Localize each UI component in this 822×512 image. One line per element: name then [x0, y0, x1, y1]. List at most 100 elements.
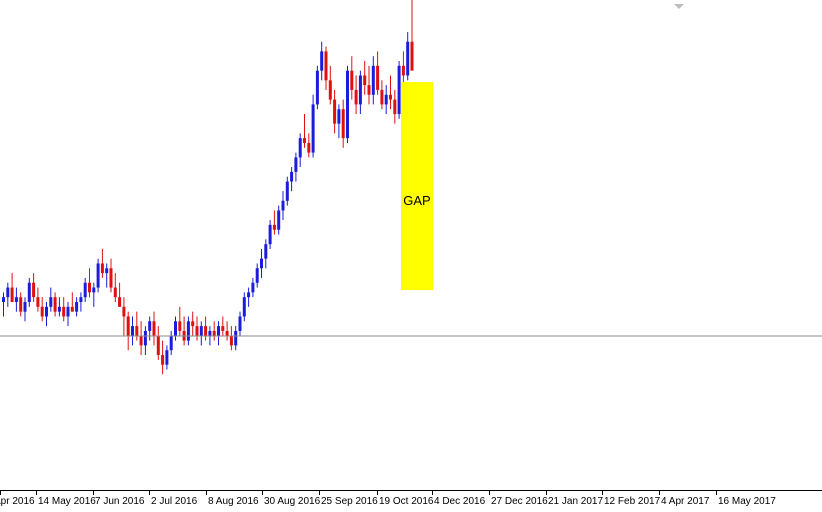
candle-body	[234, 330, 238, 346]
x-tick-label: 7 Jun 2016	[95, 496, 145, 507]
candle-body	[346, 70, 349, 139]
candle-body	[174, 321, 177, 336]
candle-body	[221, 326, 225, 331]
chevron-down-icon	[674, 4, 684, 9]
candle-body	[247, 292, 251, 298]
candle-body	[75, 302, 79, 312]
candle-body	[118, 297, 122, 307]
candle-body	[328, 80, 332, 100]
candle-body	[260, 258, 263, 269]
candle-body	[397, 65, 401, 115]
candle-body	[290, 171, 294, 182]
candle-body	[208, 330, 212, 336]
candle-body	[277, 210, 281, 230]
candle-body	[135, 326, 139, 336]
candle-body	[40, 306, 44, 317]
candle-body	[238, 316, 242, 331]
candle-body	[165, 350, 169, 365]
candle-body	[285, 181, 289, 201]
candle-body	[100, 263, 104, 274]
x-tick-label: 8 Aug 2016	[208, 496, 259, 507]
candle-body	[251, 282, 255, 293]
candle-body	[169, 335, 173, 351]
candle-body	[199, 326, 203, 336]
candle-body	[66, 306, 70, 317]
candle-body	[105, 268, 109, 274]
candle-body	[367, 85, 371, 95]
candle-body	[212, 330, 216, 336]
candle-body	[49, 297, 53, 307]
candle-body	[315, 70, 319, 105]
candle-body	[178, 321, 182, 331]
candle-body	[350, 70, 354, 90]
candle-body	[376, 65, 380, 90]
candle-body	[161, 355, 165, 365]
candle-body	[324, 51, 328, 81]
candle-body	[45, 306, 48, 317]
candle-body	[358, 75, 362, 105]
candle-body	[371, 65, 375, 95]
candle-body	[307, 142, 311, 153]
candle-body	[126, 316, 130, 336]
candle-body	[320, 51, 324, 71]
candle-body	[32, 282, 36, 298]
candle-body	[92, 287, 96, 293]
candle-body	[204, 326, 208, 336]
x-tick-label: 4 Apr 2017	[661, 496, 710, 507]
candle-body	[57, 306, 61, 312]
candle-body	[156, 335, 160, 356]
candle-body	[268, 224, 272, 245]
candle-body	[186, 321, 190, 341]
candle-body	[225, 330, 229, 336]
candle-body	[389, 94, 392, 100]
candle-body	[83, 282, 87, 298]
candle-body	[79, 297, 83, 303]
candle-body	[19, 297, 23, 312]
candle-body	[14, 297, 18, 303]
candle-body	[255, 268, 259, 283]
gap-highlight	[401, 82, 433, 290]
candle-body	[298, 138, 302, 158]
candle-body	[122, 306, 126, 317]
candle-body	[27, 282, 31, 303]
candle-body	[410, 41, 414, 71]
gap-label: GAP	[403, 193, 430, 208]
chart-area: GAP Apr 201614 May 20167 Jun 2016 2 Jul 20…	[0, 0, 822, 512]
candle-body	[401, 65, 405, 76]
candlestick-chart: GAP Apr 201614 May 20167 Jun 2016 2 Jul 20…	[0, 0, 822, 507]
x-tick-label: 21 Jan 2017	[548, 496, 603, 507]
candle-body	[333, 99, 337, 124]
candle-body	[341, 109, 345, 139]
candle-body	[96, 263, 100, 288]
candle-body	[354, 89, 358, 105]
candle-body	[384, 94, 388, 105]
candle-body	[311, 104, 315, 153]
candle-body	[139, 335, 143, 346]
candle-body	[143, 330, 147, 346]
candle-body	[148, 321, 152, 331]
x-tick-label: Apr 2016	[0, 496, 35, 507]
candle-body	[272, 224, 276, 230]
candle-body	[113, 287, 117, 298]
x-tick-label: 12 Feb 2017	[604, 496, 661, 507]
candle-body	[23, 302, 27, 312]
candle-body	[191, 321, 195, 327]
candle-body	[195, 326, 199, 336]
candle-body	[217, 326, 220, 336]
candle-body	[303, 138, 306, 143]
candle-body	[152, 321, 156, 336]
candle-body	[2, 297, 5, 303]
candle-body	[10, 287, 14, 303]
x-tick-label: 19 Oct 2016	[379, 496, 434, 507]
candle-body	[294, 157, 298, 172]
x-tick-label: 4 Dec 2016	[434, 496, 486, 507]
x-tick-label: 16 May 2017	[718, 496, 776, 507]
candle-body	[229, 335, 233, 346]
candle-body	[337, 109, 341, 124]
x-tick-label: 2 Jul 2016	[151, 496, 198, 507]
candle-body	[131, 326, 134, 336]
candle-body	[62, 306, 66, 317]
candle-body	[406, 41, 410, 76]
candle-body	[264, 244, 268, 259]
x-tick-label: 25 Sep 2016	[321, 496, 378, 507]
